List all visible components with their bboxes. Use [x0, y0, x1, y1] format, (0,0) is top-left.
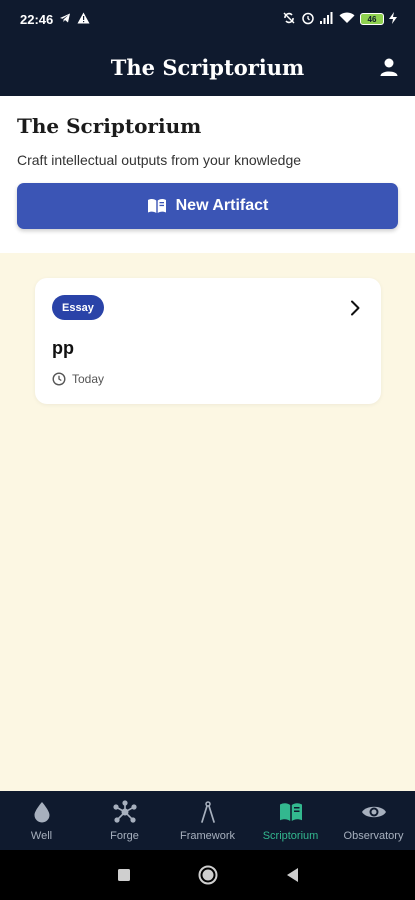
compass-icon: [195, 800, 221, 824]
recents-button[interactable]: [113, 864, 135, 886]
new-artifact-label: New Artifact: [175, 197, 269, 214]
signal-icon: [320, 11, 334, 27]
back-triangle-icon: [286, 868, 298, 882]
scriptorium-header: The Scriptorium Craft intellectual outpu…: [0, 96, 415, 253]
nav-label-well: Well: [30, 829, 53, 842]
nav-label-scriptorium: Scriptorium: [262, 829, 319, 842]
nav-label-forge: Forge: [110, 829, 139, 842]
nav-item-observatory[interactable]: Observatory: [332, 791, 415, 850]
app-title: The Scriptorium: [110, 54, 305, 80]
artifact-date: Today: [52, 372, 104, 386]
status-time: 22:46: [20, 11, 54, 27]
nav-item-well[interactable]: Well: [0, 791, 83, 850]
network-icon: [112, 799, 138, 824]
profile-button[interactable]: [377, 55, 401, 79]
nav-label-framework: Framework: [179, 829, 235, 842]
page-subtitle: Craft intellectual outputs from your kno…: [17, 152, 302, 168]
app-bar: The Scriptorium: [0, 38, 415, 96]
telegram-icon: [59, 12, 71, 27]
person-icon: [380, 58, 398, 76]
nav-item-forge[interactable]: Forge: [83, 791, 166, 850]
back-button[interactable]: [281, 864, 303, 886]
chevron-right-icon[interactable]: [347, 299, 363, 317]
bottom-nav: Well Forge Framework Scriptorium Observa…: [0, 791, 415, 850]
book-icon: [147, 199, 166, 213]
alarm-icon: [301, 11, 315, 28]
circle-icon: [198, 865, 217, 885]
clock-icon: [52, 372, 66, 386]
home-button[interactable]: [197, 864, 219, 886]
artifact-card[interactable]: Essay pp Today: [35, 278, 381, 404]
artifact-type-badge: Essay: [52, 295, 104, 320]
new-artifact-button[interactable]: New Artifact: [17, 183, 398, 229]
nav-item-scriptorium[interactable]: Scriptorium: [249, 791, 332, 850]
artifact-title: pp: [52, 338, 74, 358]
drop-icon: [29, 800, 55, 824]
nav-item-framework[interactable]: Framework: [166, 791, 249, 850]
book-icon: [278, 800, 304, 824]
artifact-date-label: Today: [72, 372, 105, 386]
system-nav-bar: [0, 850, 415, 900]
battery-icon: 46: [360, 13, 384, 25]
nav-label-observatory: Observatory: [343, 829, 404, 842]
charging-icon: [389, 11, 397, 27]
eye-icon: [361, 800, 387, 824]
status-bar: 22:46 46: [0, 0, 415, 38]
sync-icon: [282, 11, 296, 28]
page-title: The Scriptorium: [17, 114, 202, 138]
wifi-icon: [339, 12, 355, 27]
warning-icon: [77, 12, 90, 27]
square-icon: [117, 869, 130, 881]
